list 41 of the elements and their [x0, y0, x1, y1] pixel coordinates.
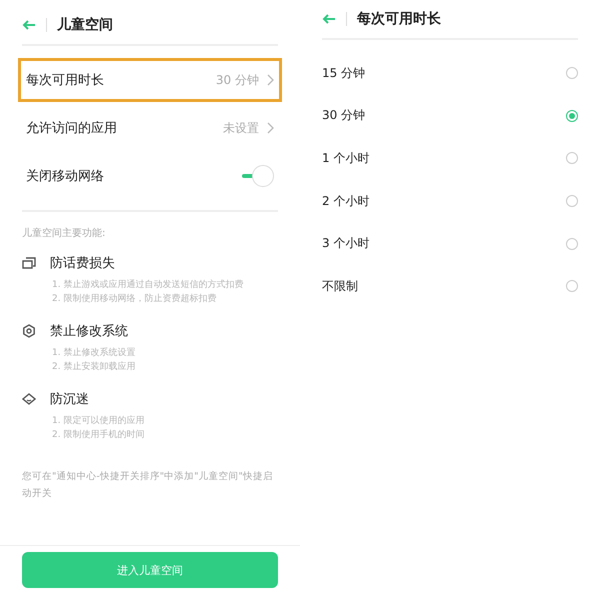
setting-value: 未设置: [223, 120, 259, 136]
settings-row[interactable]: 关闭移动网络: [18, 154, 282, 198]
radio-button[interactable]: [566, 238, 578, 250]
radio-button[interactable]: [566, 110, 578, 122]
chevron-right-icon: [267, 122, 274, 134]
radio-button[interactable]: [566, 280, 578, 292]
setting-label: 每次可用时长: [26, 72, 104, 89]
feature-point: 2. 禁止安装卸载应用: [52, 360, 136, 374]
option-label: 1 个小时: [322, 150, 370, 167]
cards-icon: [22, 257, 36, 269]
feature-title: 禁止修改系统: [50, 323, 128, 340]
feature-title: 防沉迷: [50, 391, 89, 408]
gear-icon: [22, 324, 36, 338]
radio-button[interactable]: [566, 67, 578, 80]
back-arrow-icon[interactable]: [22, 20, 36, 30]
feature-point: 1. 禁止修改系统设置: [52, 346, 136, 360]
option-label: 3 个小时: [322, 235, 370, 252]
option-label: 不限制: [322, 278, 358, 295]
radio-button[interactable]: [566, 152, 578, 164]
feature-point: 2. 限制使用移动网络，防止资费超标扣费: [52, 292, 218, 306]
setting-label: 关闭移动网络: [26, 168, 104, 185]
feature-point: 1. 禁止游戏或应用通过自动发送短信的方式扣费: [52, 278, 244, 292]
toggle-switch[interactable]: [240, 165, 274, 187]
setting-value: 30 分钟: [216, 72, 259, 88]
feature-title: 防话费损失: [50, 255, 115, 272]
option-label: 30 分钟: [322, 107, 366, 124]
option-label: 2 个小时: [322, 192, 370, 210]
setting-label: 允许访问的应用: [26, 120, 117, 137]
radio-button[interactable]: [566, 195, 578, 208]
feature-point: 2. 限制使用手机的时间: [52, 428, 146, 442]
screen-title: 每次可用时长: [357, 10, 441, 28]
note-text: 您可在"通知中心-快捷开关排序"中添加"儿童空间"快捷启动开关: [22, 470, 274, 501]
screen-title: 儿童空间: [57, 16, 113, 34]
feature-point: 1. 限定可以使用的应用: [52, 414, 146, 428]
section-heading: 儿童空间主要功能:: [22, 226, 106, 240]
back-arrow-icon[interactable]: [322, 14, 336, 24]
settings-row[interactable]: 允许访问的应用 未设置: [18, 106, 282, 150]
chevron-right-icon: [267, 74, 274, 86]
settings-row[interactable]: 每次可用时长 30 分钟: [18, 58, 282, 102]
face-icon: [22, 393, 36, 405]
option-label: 15 分钟: [322, 64, 366, 82]
